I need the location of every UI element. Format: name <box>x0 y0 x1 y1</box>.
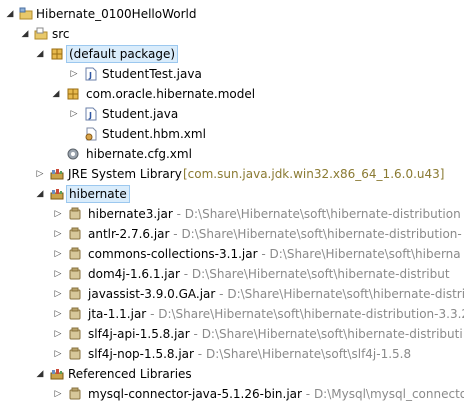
jar-name: commons-collections-3.1.jar <box>88 247 258 261</box>
collapse-arrow-icon[interactable]: ▷ <box>52 384 64 404</box>
jar-separator: - <box>215 287 228 301</box>
collapse-arrow-icon[interactable]: ▷ <box>34 164 46 184</box>
expand-arrow-icon[interactable]: ◢ <box>50 84 62 104</box>
jar-path: D:\Share\Hibernate\soft\hiberna <box>269 247 461 261</box>
collapse-arrow-icon[interactable]: ▷ <box>52 244 64 264</box>
tree-item-label: com.oracle.hibernate.model <box>86 87 256 101</box>
source-folder-icon <box>34 27 48 40</box>
project-folder-icon <box>19 7 33 20</box>
jar-path: D:\Share\Hibernate\soft\hibernate-distri… <box>181 227 462 241</box>
svg-text:J: J <box>88 71 92 80</box>
collapse-arrow-icon[interactable]: ▷ <box>52 204 64 224</box>
jar-icon <box>69 307 81 320</box>
tree-item-label: src <box>52 27 70 41</box>
jar-label: jta-1.1.jar - D:\Share\Hibernate\soft\hi… <box>88 304 464 324</box>
tree-item-label: Student.java <box>102 107 179 121</box>
jar-path: D:\Share\Hibernate\soft\slf4j-1.5.8 <box>205 347 412 361</box>
jar-path: D:\Share\Hibernate\soft\hibernate-distri… <box>184 207 461 221</box>
library-icon <box>50 169 64 180</box>
jar-icon <box>69 347 81 360</box>
jar-icon <box>69 267 81 280</box>
jar-label: javassist-3.9.0.GA.jar - D:\Share\Hibern… <box>88 284 464 304</box>
jar-separator: - <box>189 327 202 341</box>
jar-name: dom4j-1.6.1.jar <box>88 267 180 281</box>
jar-separator: - <box>257 247 270 261</box>
jar-name: slf4j-api-1.5.8.jar <box>88 327 190 341</box>
collapse-arrow-icon[interactable]: ▷ <box>52 264 64 284</box>
tree-item-label: hibernate.cfg.xml <box>86 147 192 161</box>
tree-item-detail: [com.sun.java.jdk.win32.x86_64_1.6.0.u43… <box>183 167 445 181</box>
jar-icon <box>69 227 81 240</box>
jar-separator: - <box>301 387 314 401</box>
jar-icon <box>69 287 81 300</box>
tree-item-label: StudentTest.java <box>102 67 202 81</box>
library-icon <box>50 189 64 200</box>
jar-icon <box>69 387 81 400</box>
xml-file-icon <box>85 127 97 141</box>
tree-item-label: Student.hbm.xml <box>102 127 206 141</box>
jar-separator: - <box>179 267 192 281</box>
collapse-arrow-icon[interactable]: ▷ <box>52 304 64 324</box>
collapse-arrow-icon[interactable]: ▷ <box>68 64 80 84</box>
collapse-arrow-icon[interactable]: ▷ <box>68 104 80 124</box>
tree-item-label: Referenced Libraries <box>68 367 192 381</box>
tree-item-label: Hibernate_0100HelloWorld <box>36 7 197 21</box>
jar-separator: - <box>193 347 206 361</box>
tree-item-label: JRE System Library <box>68 167 182 181</box>
jar-label: mysql-connector-java-5.1.26-bin.jar - D:… <box>88 384 464 404</box>
xml-config-icon <box>67 148 79 160</box>
jar-name: javassist-3.9.0.GA.jar <box>88 287 216 301</box>
java-file-icon: J <box>85 107 97 121</box>
java-file-icon: J <box>85 67 97 81</box>
expand-arrow-icon[interactable]: ◢ <box>34 364 46 384</box>
jar-label: dom4j-1.6.1.jar - D:\Share\Hibernate\sof… <box>88 264 450 284</box>
tree-item-label: (default package) <box>66 45 179 63</box>
jar-name: jta-1.1.jar <box>88 307 147 321</box>
jar-name: hibernate3.jar <box>88 207 173 221</box>
expand-arrow-icon[interactable]: ◢ <box>34 44 46 64</box>
jar-icon <box>69 207 81 220</box>
jar-path: D:\Mysql\mysql_connector <box>313 387 464 401</box>
jar-name: mysql-connector-java-5.1.26-bin.jar <box>88 387 302 401</box>
collapse-arrow-icon[interactable]: ▷ <box>52 284 64 304</box>
jar-path: D:\Share\Hibernate\soft\hibernate-distri… <box>201 327 463 341</box>
expand-arrow-icon[interactable]: ◢ <box>19 24 31 44</box>
jar-separator: - <box>169 227 182 241</box>
package-icon <box>51 48 63 60</box>
jar-path: D:\Share\Hibernate\soft\hibernate-distri… <box>158 307 464 321</box>
svg-text:J: J <box>88 111 92 120</box>
jar-label: antlr-2.7.6.jar - D:\Share\Hibernate\sof… <box>88 224 462 244</box>
jar-label: slf4j-nop-1.5.8.jar - D:\Share\Hibernate… <box>88 344 411 364</box>
tree-item-label: hibernate <box>66 185 130 203</box>
jar-label: commons-collections-3.1.jar - D:\Share\H… <box>88 244 461 264</box>
jar-name: slf4j-nop-1.5.8.jar <box>88 347 194 361</box>
jar-label: slf4j-api-1.5.8.jar - D:\Share\Hibernate… <box>88 324 463 344</box>
jar-separator: - <box>146 307 159 321</box>
collapse-arrow-icon[interactable]: ▷ <box>52 224 64 244</box>
jar-name: antlr-2.7.6.jar <box>88 227 170 241</box>
jar-path: D:\Share\Hibernate\soft\hibernate-distri <box>227 287 464 301</box>
expand-arrow-icon[interactable]: ◢ <box>34 184 46 204</box>
jar-path: D:\Share\Hibernate\soft\hibernate-distri… <box>191 267 450 281</box>
expand-arrow-icon[interactable]: ◢ <box>4 4 16 24</box>
collapse-arrow-icon[interactable]: ▷ <box>52 344 64 364</box>
package-icon <box>67 88 79 100</box>
jar-icon <box>69 327 81 340</box>
jar-separator: - <box>172 207 185 221</box>
library-icon <box>50 369 64 380</box>
jar-label: hibernate3.jar - D:\Share\Hibernate\soft… <box>88 204 461 224</box>
collapse-arrow-icon[interactable]: ▷ <box>52 324 64 344</box>
jar-icon <box>69 247 81 260</box>
